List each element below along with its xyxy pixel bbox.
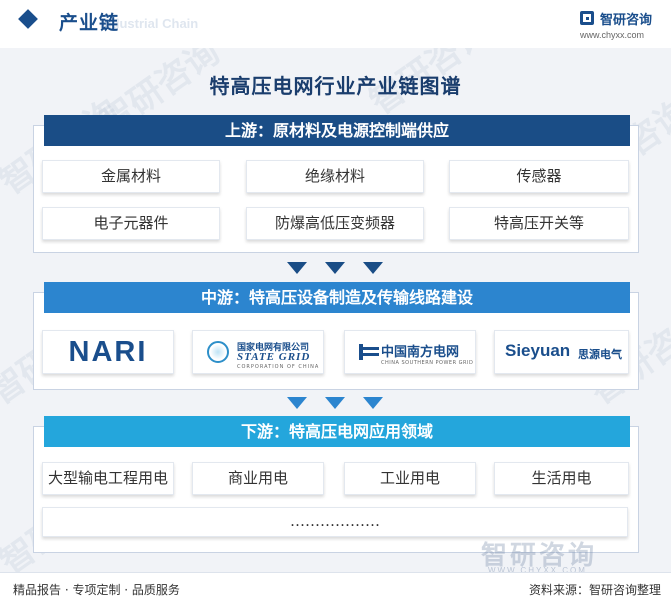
arrow-down-icon bbox=[325, 262, 345, 274]
sieyuan-name-cn: 思源电气 bbox=[578, 348, 622, 361]
upstream-item: 防爆高低压变频器 bbox=[246, 207, 424, 240]
footer-source: 资料来源：智研咨询整理 bbox=[528, 583, 661, 597]
upstream-item: 绝缘材料 bbox=[246, 160, 424, 193]
midstream-title: 中游：特高压设备制造及传输线路建设 bbox=[44, 282, 630, 313]
header-bar: Industrial Chain 产业链 智研咨询 www.chyxx.com bbox=[0, 0, 671, 48]
upstream-item: 电子元器件 bbox=[42, 207, 220, 240]
flow-arrows bbox=[0, 397, 671, 413]
china-southern-grid-logo: 中国南方电网 CHINA SOUTHERN POWER GRID bbox=[344, 330, 476, 374]
arrow-down-icon bbox=[287, 397, 307, 409]
globe-icon bbox=[207, 341, 229, 363]
more-items-ellipsis: ……………… bbox=[42, 507, 628, 537]
sieyuan-logo: Sieyuan 思源电气 bbox=[494, 330, 629, 374]
brand-mark-icon bbox=[580, 11, 594, 25]
downstream-item: 大型输电工程用电 bbox=[42, 462, 174, 495]
upstream-item: 特高压开关等 bbox=[449, 207, 629, 240]
state-grid-subtitle: CORPORATION OF CHINA bbox=[237, 364, 320, 370]
upstream-title: 上游：原材料及电源控制端供应 bbox=[44, 115, 630, 146]
footer-bar: 精品报告 · 专项定制 · 品质服务 资料来源：智研咨询整理 bbox=[0, 572, 671, 602]
footer-slogan: 精品报告 · 专项定制 · 品质服务 bbox=[13, 583, 180, 597]
state-grid-name-en: STATE GRID bbox=[237, 351, 311, 363]
csg-name-cn: 中国南方电网 bbox=[381, 345, 460, 360]
arrow-down-icon bbox=[287, 262, 307, 274]
state-grid-logo: 国家电网有限公司 STATE GRID CORPORATION OF CHINA bbox=[192, 330, 324, 374]
diamond-icon bbox=[18, 9, 38, 29]
brand-name: 智研咨询 bbox=[600, 13, 653, 28]
flow-arrows bbox=[0, 262, 671, 278]
brand-logo: 智研咨询 www.chyxx.com bbox=[580, 9, 664, 43]
sieyuan-name-en: Sieyuan bbox=[505, 341, 571, 360]
downstream-item: 生活用电 bbox=[494, 462, 629, 495]
upstream-section: 上游：原材料及电源控制端供应 金属材料 绝缘材料 传感器 电子元器件 防爆高低压… bbox=[33, 115, 639, 253]
csg-mark-icon bbox=[359, 344, 379, 360]
arrow-down-icon bbox=[363, 262, 383, 274]
downstream-item: 商业用电 bbox=[192, 462, 324, 495]
arrow-down-icon bbox=[325, 397, 345, 409]
arrow-down-icon bbox=[363, 397, 383, 409]
nari-logo: NARI bbox=[42, 330, 174, 374]
csg-name-en: CHINA SOUTHERN POWER GRID bbox=[381, 360, 474, 366]
page-title: 特高压电网行业产业链图谱 bbox=[209, 74, 462, 98]
downstream-section: 下游：特高压电网应用领域 大型输电工程用电 商业用电 工业用电 生活用电 ………… bbox=[33, 416, 639, 553]
midstream-section: 中游：特高压设备制造及传输线路建设 NARI 国家电网有限公司 STATE GR… bbox=[33, 282, 639, 390]
nari-logo-text: NARI bbox=[68, 336, 148, 368]
upstream-item: 传感器 bbox=[449, 160, 629, 193]
header-title: 产业链 bbox=[59, 12, 120, 34]
downstream-item: 工业用电 bbox=[344, 462, 476, 495]
brand-url: www.chyxx.com bbox=[580, 30, 645, 40]
downstream-title: 下游：特高压电网应用领域 bbox=[44, 416, 630, 447]
upstream-item: 金属材料 bbox=[42, 160, 220, 193]
